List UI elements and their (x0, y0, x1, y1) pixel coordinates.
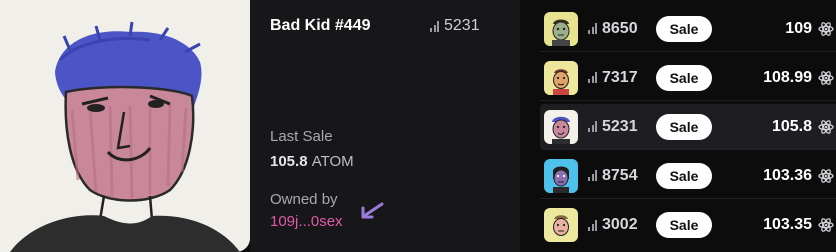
sale-button[interactable]: Sale (656, 15, 712, 42)
list-item-price: 103.35 (763, 216, 812, 233)
nft-thumbnail (544, 11, 578, 46)
pointer-arrow-icon (361, 202, 384, 219)
atom-icon (818, 119, 834, 134)
list-item-rank-value: 8754 (602, 166, 638, 184)
list-item-rank: 7317 (588, 69, 652, 87)
owned-by-label: Owned by (270, 191, 338, 208)
sale-button[interactable]: Sale (656, 64, 712, 91)
sale-button[interactable]: Sale (656, 212, 712, 238)
list-item[interactable]: 7317 Sale 108.99 (540, 55, 836, 101)
atom-icon (818, 21, 834, 36)
atom-icon (818, 168, 834, 183)
nft-thumbnail (544, 208, 578, 242)
last-sale-price: 105.8 ATOM (270, 153, 354, 170)
last-sale-label: Last Sale (270, 128, 333, 145)
nft-thumbnail (544, 109, 578, 144)
sale-button[interactable]: Sale (656, 162, 712, 189)
nft-artwork (0, 0, 250, 252)
list-item[interactable]: 3002 Sale 103.35 (540, 202, 836, 248)
nft-rank: 5231 (430, 17, 480, 35)
list-item[interactable]: 8650 Sale 109 (540, 6, 836, 52)
rarity-bars-icon (588, 170, 597, 181)
rarity-bars-icon (588, 72, 597, 83)
rarity-bars-icon (588, 23, 597, 34)
nft-thumbnail (544, 158, 578, 193)
nft-title: Bad Kid #449 (270, 17, 371, 34)
list-item[interactable]: 8754 Sale 103.36 (540, 153, 836, 199)
list-item-price: 103.36 (763, 166, 812, 184)
list-item-selected[interactable]: 5231 Sale 105.8 (540, 104, 836, 150)
owner-address-link[interactable]: 109j...0sex (270, 213, 343, 230)
atom-icon (818, 218, 834, 232)
list-item-price: 109 (785, 19, 812, 37)
nft-drawing (0, 0, 250, 252)
list-item-rank: 5231 (588, 118, 652, 136)
nft-rank-value: 5231 (444, 17, 480, 34)
list-item-rank-value: 5231 (602, 117, 638, 135)
list-item-price: 108.99 (763, 68, 812, 86)
list-item-rank: 8754 (588, 167, 652, 185)
rarity-bars-icon (588, 219, 597, 231)
last-sale-unit: ATOM (311, 153, 354, 170)
list-item-rank-value: 7317 (602, 68, 638, 86)
nft-thumbnail (544, 60, 578, 95)
list-item-rank-value: 3002 (602, 216, 638, 233)
list-item-rank-value: 8650 (602, 19, 638, 37)
list-item-rank: 8650 (588, 20, 652, 38)
rarity-bars-icon (430, 20, 439, 32)
rarity-bars-icon (588, 121, 597, 132)
list-item-price: 105.8 (771, 117, 812, 135)
atom-icon (818, 70, 834, 85)
nft-detail-panel: Bad Kid #449 5231 Last Sale 105.8 ATOM O… (250, 0, 520, 252)
list-item-rank: 3002 (588, 216, 652, 234)
last-sale-amount: 105.8 (270, 153, 308, 170)
sales-list: 8650 Sale 109 7317 Sale 108.99 5231 Sale… (522, 0, 836, 252)
sale-button[interactable]: Sale (656, 113, 712, 140)
